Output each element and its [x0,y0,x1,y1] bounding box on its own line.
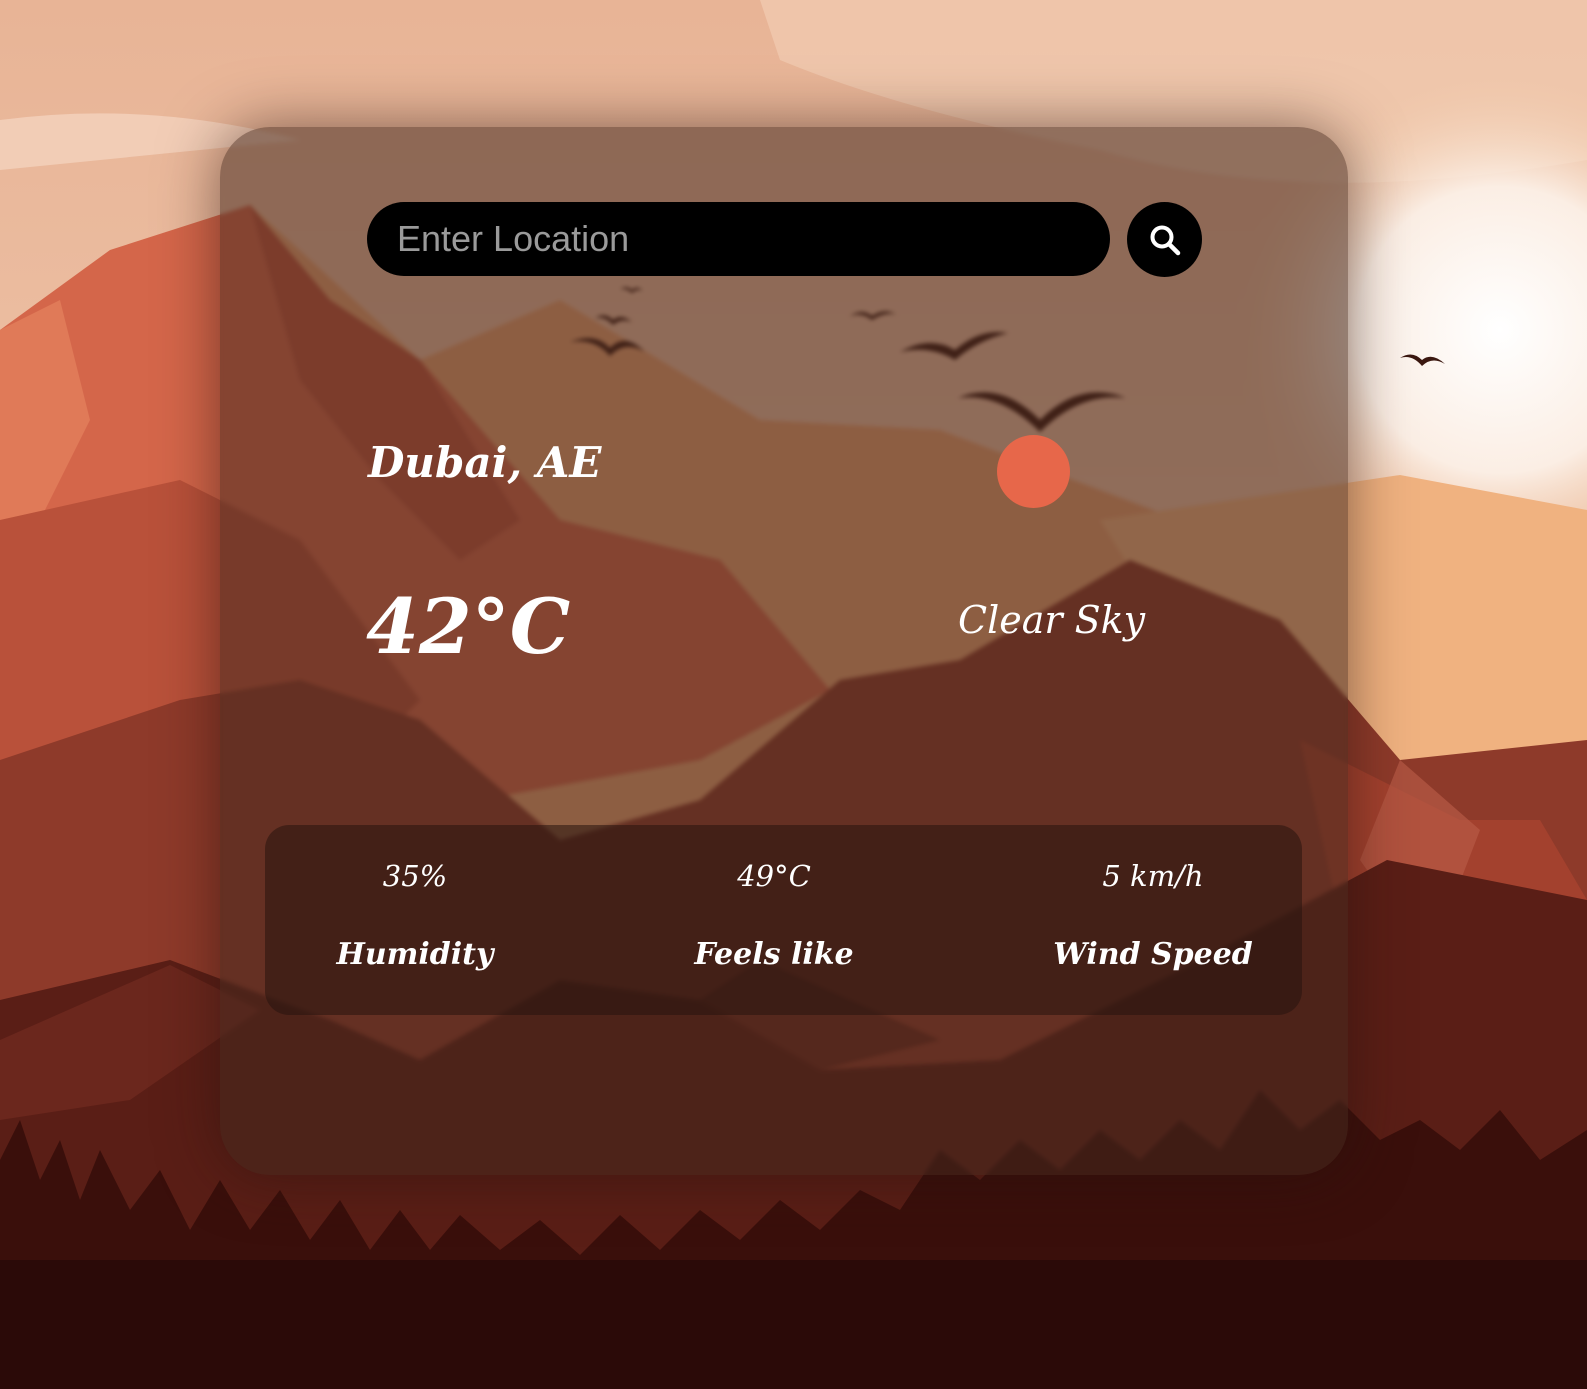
weather-stats-panel: 35% Humidity 49°C Feels like 5 km/h Wind… [265,825,1302,1015]
humidity-value: 35% [382,859,448,893]
humidity-label: Humidity [336,937,494,972]
current-temperature: 42°C [366,582,571,671]
wind-speed-label: Wind Speed [1053,937,1253,972]
feels-like-label: Feels like [694,937,854,972]
feels-like-stat: 49°C Feels like [644,825,904,1015]
wind-speed-stat: 5 km/h Wind Speed [1023,825,1283,1015]
location-name: Dubai, AE [368,438,602,487]
weather-condition: Clear Sky [958,598,1146,642]
search-icon [1150,225,1180,255]
search-bar [367,202,1202,277]
location-search-input[interactable] [367,202,1110,276]
search-button[interactable] [1127,202,1202,277]
sun-icon [997,435,1070,508]
wind-speed-value: 5 km/h [1102,859,1204,893]
humidity-stat: 35% Humidity [285,825,545,1015]
feels-like-value: 49°C [737,859,811,893]
